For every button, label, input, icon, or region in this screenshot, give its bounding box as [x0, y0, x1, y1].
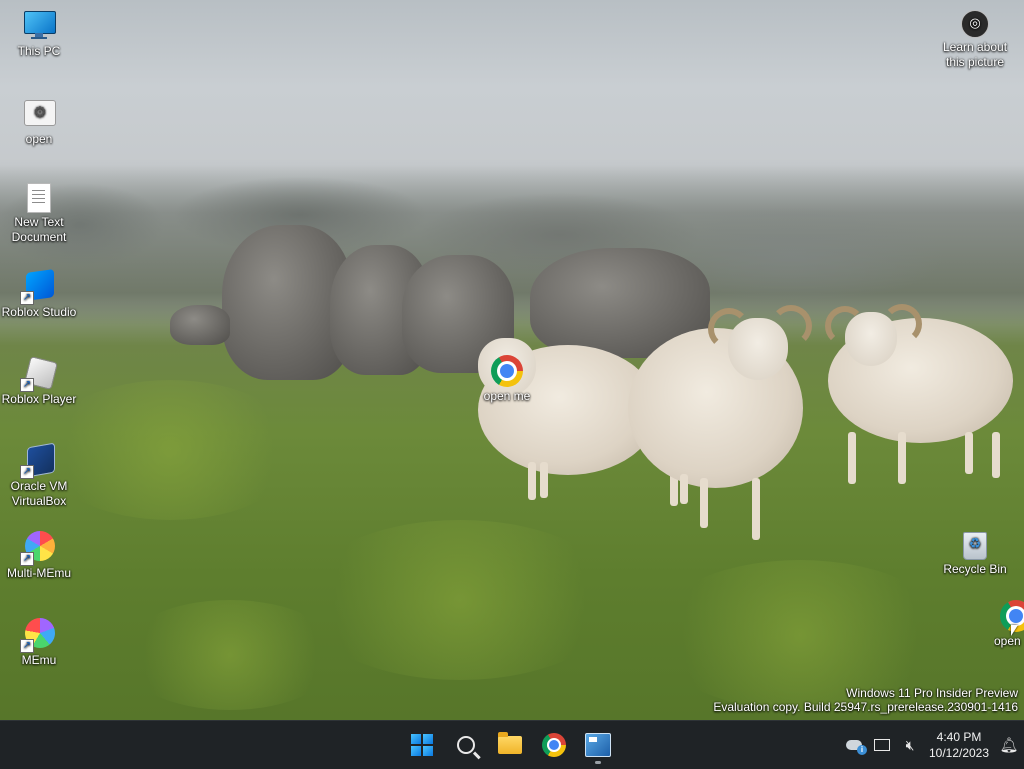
- desktop-icon-label: Recycle Bin: [943, 562, 1007, 576]
- moss-patch: [120, 600, 340, 710]
- multi-memu-icon: ↗: [20, 530, 56, 566]
- gear-shortcut-icon: ⚙: [22, 96, 56, 130]
- desktop-icon-open-me[interactable]: open me: [468, 355, 546, 404]
- roblox-player-icon: ↗: [20, 356, 58, 392]
- desktop-icon-open-partial-clip: open: [994, 600, 1024, 650]
- desktop-icon-roblox-player[interactable]: ↗ Roblox Player: [0, 356, 78, 407]
- onedrive-button[interactable]: [840, 731, 868, 759]
- windows-evaluation-watermark: Windows 11 Pro Insider Preview Evaluatio…: [713, 686, 1018, 714]
- sheep-leg: [965, 432, 973, 474]
- volume-muted-icon: 🔇︎: [905, 736, 915, 753]
- taskbar: 🔇︎ 4:40 PM 10/12/2023 🔔︎: [0, 720, 1024, 769]
- clock-time: 4:40 PM: [936, 730, 982, 744]
- sheep-leg: [992, 432, 1000, 478]
- sheep-leg: [752, 478, 760, 540]
- sheep-leg: [680, 474, 688, 504]
- chrome-icon: [542, 733, 566, 757]
- shortcut-arrow-icon: ↗: [20, 639, 34, 653]
- file-explorer-button[interactable]: [488, 725, 532, 765]
- sheep-horn: [825, 306, 865, 346]
- desktop-icon-recycle-bin[interactable]: ♻ Recycle Bin: [936, 532, 1014, 577]
- system-tray: 🔇︎ 4:40 PM 10/12/2023 🔔︎: [840, 721, 1024, 769]
- shortcut-arrow-icon: ↗: [20, 552, 34, 566]
- desktop-icon-label: MEmu: [21, 653, 57, 667]
- mouse-cursor: [1011, 625, 1018, 636]
- chrome-taskbar-button[interactable]: [532, 725, 576, 765]
- sheep-leg: [700, 478, 708, 528]
- desktop-icon-this-pc[interactable]: This PC: [0, 8, 78, 59]
- desktop-icon-multi-memu[interactable]: ↗ Multi-MEmu: [0, 530, 78, 581]
- desktop-icon-label: New Text Document: [11, 215, 67, 244]
- desktop-icon-label: Roblox Player: [1, 392, 77, 406]
- network-button[interactable]: [868, 731, 896, 759]
- sheep-leg: [848, 432, 856, 484]
- desktop-icon-label: Roblox Studio: [1, 305, 77, 319]
- clock-date: 10/12/2023: [928, 746, 990, 760]
- shortcut-arrow-icon: ↗: [20, 378, 34, 392]
- network-icon: [874, 739, 890, 751]
- desktop-icon-learn-about-picture[interactable]: ◎ Learn about this picture: [936, 10, 1014, 70]
- shortcut-arrow-icon: ↗: [20, 465, 34, 479]
- start-button[interactable]: [400, 725, 444, 765]
- desktop-icon-new-text-document[interactable]: New Text Document: [0, 183, 78, 245]
- desktop-icon-open[interactable]: ⚙ open: [0, 96, 78, 147]
- app-taskbar-button[interactable]: [576, 725, 620, 765]
- desktop-icon-label: open: [25, 132, 53, 146]
- desktop-icon-memu[interactable]: ↗ MEmu: [0, 617, 78, 668]
- folder-icon: [498, 732, 522, 754]
- desktop-icon-label: open me: [483, 389, 531, 403]
- shortcut-arrow-icon: ↗: [20, 291, 34, 305]
- bell-icon: 🔔︎: [999, 737, 1019, 754]
- watermark-line-1: Windows 11 Pro Insider Preview: [846, 686, 1018, 700]
- desktop-icon-label: Learn about this picture: [942, 40, 1008, 69]
- sheep-leg: [898, 432, 906, 484]
- cloud-info-icon: [846, 740, 867, 755]
- memu-icon: ↗: [20, 617, 56, 653]
- chrome-icon: [491, 355, 523, 387]
- windows-logo-icon: [411, 734, 433, 756]
- notifications-button[interactable]: 🔔︎: [994, 731, 1024, 759]
- camera-info-icon: ◎: [961, 10, 989, 38]
- rock: [170, 305, 230, 345]
- taskbar-apps: [400, 721, 620, 769]
- search-button[interactable]: [444, 725, 488, 765]
- sheep-leg: [528, 462, 536, 500]
- virtualbox-icon: ↗: [20, 442, 56, 479]
- search-icon: [457, 736, 475, 754]
- clock-button[interactable]: 4:40 PM 10/12/2023: [924, 729, 994, 761]
- sheep-horn: [882, 304, 922, 344]
- desktop-icon-virtualbox[interactable]: ↗ Oracle VM VirtualBox: [0, 442, 78, 509]
- desktop-icon-open-partial[interactable]: open: [994, 600, 1024, 649]
- text-document-icon: [27, 183, 51, 213]
- watermark-line-2: Evaluation copy. Build 25947.rs_prerelea…: [713, 700, 1018, 714]
- volume-button[interactable]: 🔇︎: [896, 731, 924, 759]
- desktop-icon-label: open: [994, 634, 1021, 648]
- desktop-icon-label: This PC: [17, 44, 61, 58]
- app-window-icon: [585, 733, 611, 757]
- desktop-icon-label: Multi-MEmu: [6, 566, 71, 580]
- desktop-icon-label: Oracle VM VirtualBox: [10, 479, 68, 508]
- moss-patch: [40, 380, 300, 520]
- sheep-leg: [540, 462, 548, 498]
- sheep-horn: [770, 305, 812, 347]
- recycle-bin-icon: ♻: [963, 532, 987, 560]
- monitor-icon: [22, 8, 56, 42]
- desktop-icon-roblox-studio[interactable]: ↗ Roblox Studio: [0, 269, 78, 320]
- moss-patch: [300, 520, 620, 680]
- roblox-studio-icon: ↗: [20, 269, 56, 305]
- sheep-horn: [708, 308, 750, 350]
